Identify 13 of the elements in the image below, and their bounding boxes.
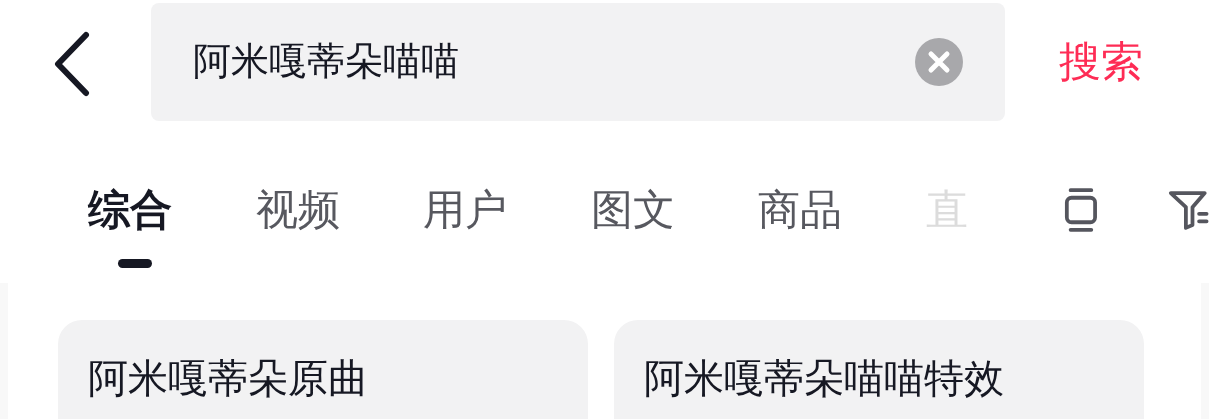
tab[interactable]: 综合 <box>88 178 256 242</box>
tab-indicator <box>118 259 152 268</box>
suggestion-chip[interactable]: 阿米嘎蒂朵喵喵特效 <box>614 320 1144 419</box>
tab[interactable]: 商品 <box>758 178 927 242</box>
search-button[interactable]: 搜索 <box>1059 30 1143 93</box>
search-field[interactable]: 阿米嘎蒂朵喵喵 <box>151 2 1005 121</box>
filter-icon[interactable] <box>1167 188 1209 232</box>
suggestion-chip[interactable]: 阿米嘎蒂朵原曲 <box>58 320 588 419</box>
search-text: 阿米嘎蒂朵喵喵 <box>193 38 460 85</box>
tab[interactable]: 视频 <box>255 178 424 242</box>
tab[interactable]: 图文 <box>590 178 759 242</box>
tablet-icon[interactable] <box>1063 186 1098 234</box>
tab[interactable]: 用户 <box>423 178 591 242</box>
